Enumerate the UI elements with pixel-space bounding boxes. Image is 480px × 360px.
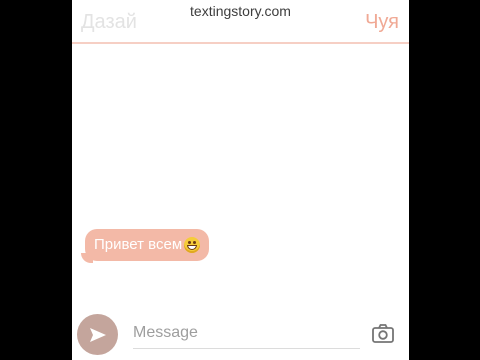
chat-screen: textingstory.com Дазай Чуя Привет всем: [72, 0, 409, 360]
send-button[interactable]: [77, 314, 118, 355]
message-input-wrapper: [133, 318, 360, 349]
grimacing-face-icon: [184, 237, 201, 253]
contact-right-name[interactable]: Чуя: [365, 11, 399, 34]
send-icon: [89, 327, 106, 342]
contact-left-name[interactable]: Дазай: [81, 11, 137, 34]
message-text: Привет всем: [94, 236, 183, 253]
message-bubble[interactable]: Привет всем: [85, 229, 210, 261]
camera-icon[interactable]: [372, 323, 394, 343]
header-divider: [72, 42, 409, 44]
message-input[interactable]: [133, 318, 360, 348]
